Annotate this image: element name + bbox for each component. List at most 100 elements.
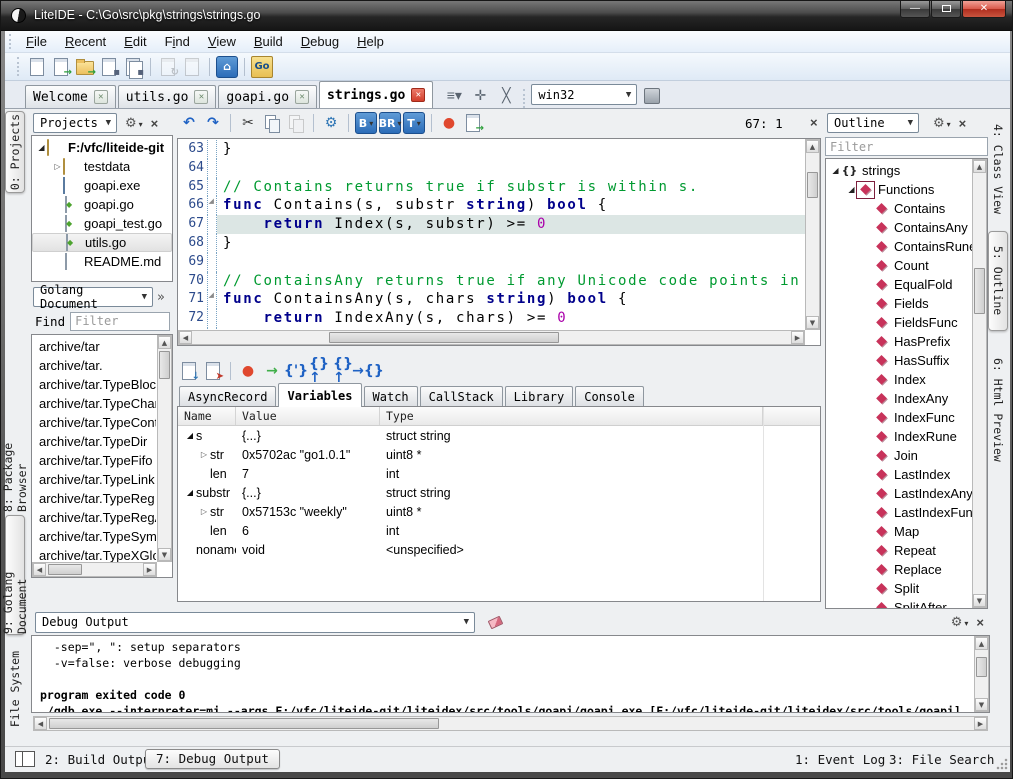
close-tab-icon[interactable]: ✕ (411, 88, 425, 102)
close-tab-icon[interactable]: ✕ (295, 90, 309, 104)
close-tab-icon[interactable]: ✕ (94, 90, 108, 104)
env-config-button[interactable] (644, 88, 660, 104)
tree-item[interactable]: ◢{}strings (826, 161, 972, 180)
menu-edit[interactable]: Edit (115, 32, 155, 51)
show-debug-output-icon[interactable]: ↓ (178, 360, 200, 382)
close-panel-icon[interactable]: × (959, 116, 967, 131)
tree-item[interactable]: ◆Split (826, 579, 972, 598)
variable-row[interactable]: ▷str0x5702ac "go1.0.1"uint8 * (178, 445, 820, 464)
scroll-up-icon[interactable]: ▲ (158, 336, 171, 349)
menu-build[interactable]: Build (245, 32, 292, 51)
statusbar-file-search[interactable]: 3: File Search (889, 752, 994, 767)
stop-debug-icon[interactable]: ● (237, 360, 259, 382)
sidebar-tab-class-view[interactable]: 4: Class View (988, 113, 1008, 225)
tree-item[interactable]: ◆EqualFold (826, 275, 972, 294)
line-number[interactable]: 71 (178, 290, 208, 309)
column-header-type[interactable]: Type (380, 407, 763, 425)
scroll-up-icon[interactable]: ▲ (806, 140, 819, 153)
output-hscrollbar[interactable]: ◀ ▶ (33, 716, 988, 731)
tree-item[interactable]: ◆HasSuffix (826, 351, 972, 370)
tree-item[interactable]: ◆ContainsRune (826, 237, 972, 256)
toggle-panels-icon[interactable] (15, 751, 35, 767)
list-item[interactable]: archive/tar.TypeDir (34, 432, 156, 451)
list-item[interactable]: archive/tar.TypeBlock (34, 375, 156, 394)
scroll-thumb[interactable] (49, 718, 439, 729)
list-item[interactable]: archive/tar.TypeReg (34, 489, 156, 508)
scroll-thumb[interactable] (48, 564, 82, 575)
tree-item[interactable]: ◆HasPrefix (826, 332, 972, 351)
line-number[interactable]: 63 (178, 140, 208, 159)
step-over-icon[interactable]: {}↑ (309, 360, 331, 382)
list-item[interactable]: archive/tar.TypeXGlobalHeader (34, 546, 156, 562)
scroll-thumb[interactable] (974, 268, 985, 314)
editor-vscrollbar[interactable]: ▲ ▼ (805, 139, 820, 330)
build-env-select[interactable]: win32 ▼ (531, 84, 637, 105)
debug-start-icon[interactable]: → (462, 112, 484, 134)
close-tab-icon[interactable]: ✕ (194, 90, 208, 104)
scroll-left-icon[interactable]: ◀ (33, 563, 46, 576)
tree-item[interactable]: ◢◆Functions (826, 180, 972, 199)
scroll-down-icon[interactable]: ▼ (806, 316, 819, 329)
line-number[interactable]: 64 (178, 159, 208, 178)
tree-item[interactable]: README.md (32, 252, 172, 271)
debug-tab-variables[interactable]: Variables (278, 383, 361, 407)
line-number[interactable]: 72 (178, 309, 208, 328)
tree-item[interactable]: ◆FieldsFunc (826, 313, 972, 332)
variable-row[interactable]: len6int (178, 521, 820, 540)
debug-output-box[interactable]: -sep=", ": setup separators -v=false: ve… (31, 635, 990, 713)
list-item[interactable]: archive/tar.TypeSymlink (34, 527, 156, 546)
resize-grip[interactable] (996, 758, 1008, 770)
column-header-name[interactable]: Name (178, 407, 236, 425)
tab-Welcome[interactable]: Welcome✕ (25, 85, 116, 108)
tree-item[interactable]: ◆LastIndexFunc (826, 503, 972, 522)
variable-row[interactable]: len7int (178, 464, 820, 483)
line-number[interactable]: 68 (178, 234, 208, 253)
list-item[interactable]: archive/tar.TypeLink (34, 470, 156, 489)
scroll-left-icon[interactable]: ◀ (179, 331, 192, 344)
menu-view[interactable]: View (199, 32, 245, 51)
tree-item[interactable]: goapi.go (32, 195, 172, 214)
sidebar-tab-file-system[interactable]: File System (5, 640, 25, 738)
output-view-select[interactable]: Debug Output▼ (35, 612, 475, 633)
reload-file-icon[interactable]: ↻ (157, 56, 179, 78)
scroll-down-icon[interactable]: ▼ (973, 594, 986, 607)
sidebar-tab-projects[interactable]: 0: Projects (5, 111, 25, 193)
scroll-up-icon[interactable]: ▲ (975, 637, 988, 650)
list-item[interactable]: archive/tar.TypeChar (34, 394, 156, 413)
statusbar-build-output[interactable]: 2: Build Output (45, 752, 158, 767)
close-panel-icon[interactable]: × (151, 116, 159, 131)
tab-goapi.go[interactable]: goapi.go✕ (218, 85, 317, 108)
expander-icon[interactable]: ▷ (52, 162, 63, 171)
fold-marker-icon[interactable]: ◢ (208, 196, 217, 215)
scroll-thumb[interactable] (807, 172, 818, 198)
tree-item[interactable]: ◆IndexFunc (826, 408, 972, 427)
line-number[interactable]: 65 (178, 178, 208, 197)
doc-list-hscrollbar[interactable]: ◀ ▶ (32, 562, 157, 577)
tree-item[interactable]: ◆Contains (826, 199, 972, 218)
tree-item[interactable]: ▷testdata (32, 157, 172, 176)
fold-marker-icon[interactable]: ◢ (208, 290, 217, 309)
save-all-icon[interactable]: ▪ (122, 56, 144, 78)
tree-item[interactable]: goapi.exe (32, 176, 172, 195)
debug-tab-watch[interactable]: Watch (364, 386, 418, 407)
scroll-down-icon[interactable]: ▼ (158, 548, 171, 561)
tree-item[interactable]: ◆Map (826, 522, 972, 541)
sidebar-tab-html-preview[interactable]: 6: Html Preview (988, 337, 1008, 483)
expander-icon[interactable]: ◢ (846, 185, 857, 194)
build-config-icon[interactable]: ⚙ (320, 112, 342, 134)
scroll-right-icon[interactable]: ▶ (791, 331, 804, 344)
list-item[interactable]: archive/tar. (34, 356, 156, 375)
build-run-menu-icon[interactable]: BR▾ (379, 112, 401, 134)
gear-icon[interactable]: ⚙▾ (125, 116, 143, 131)
line-number[interactable]: 69 (178, 253, 208, 272)
tree-item[interactable]: ◆IndexAny (826, 389, 972, 408)
tree-item[interactable]: ◆IndexRune (826, 427, 972, 446)
expander-icon[interactable]: ◢ (830, 166, 841, 175)
close-file-icon[interactable] (181, 56, 203, 78)
new-file-icon[interactable] (26, 56, 48, 78)
test-menu-icon[interactable]: T▾ (403, 112, 425, 134)
column-header-value[interactable]: Value (236, 407, 380, 425)
run-to-line-icon[interactable]: →{} (357, 360, 379, 382)
line-number[interactable]: 70 (178, 272, 208, 291)
scroll-up-icon[interactable]: ▲ (973, 160, 986, 173)
